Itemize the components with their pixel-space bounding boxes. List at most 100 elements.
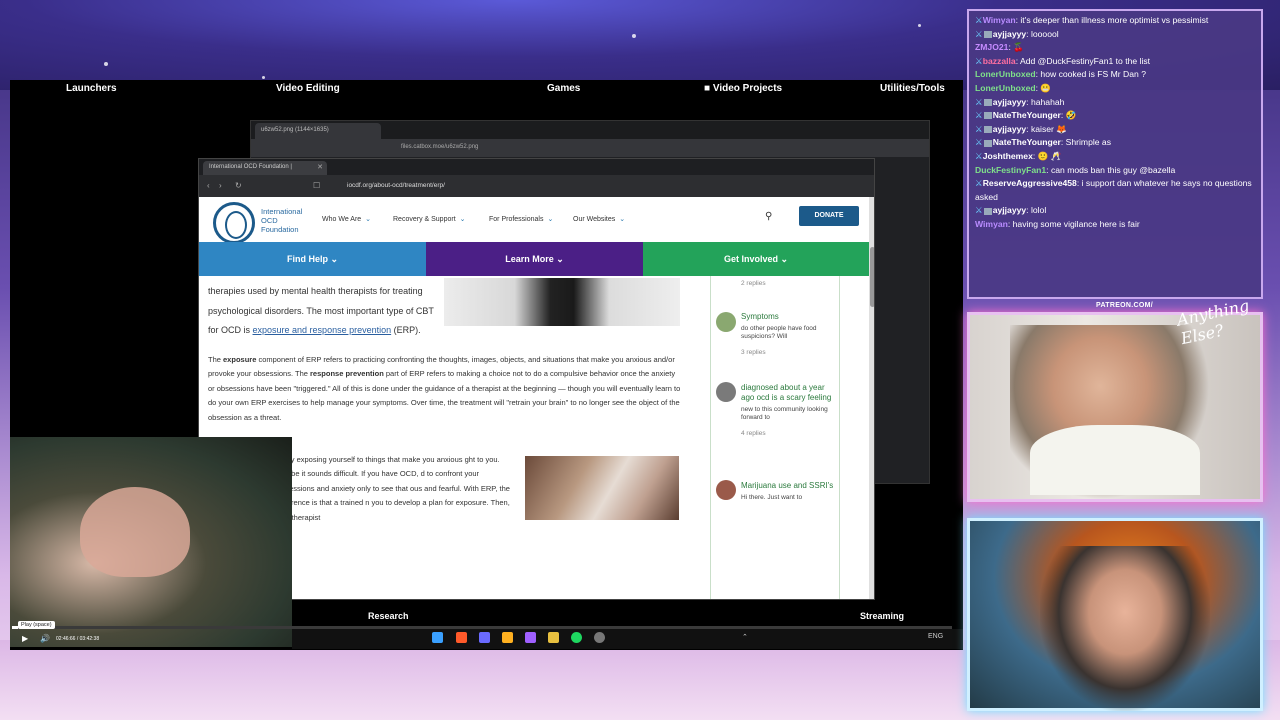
chat-message: ⚔ NateTheYounger: 🤣 [975,109,1255,123]
chat-username[interactable]: Wimyan [975,219,1008,229]
forward-arrow-icon[interactable]: › [219,181,222,190]
nav-find-help[interactable]: Find Help ⌄ [199,242,426,276]
language-indicator[interactable]: ENG [928,633,943,640]
chevron-down-icon: ⌄ [547,216,554,223]
vip-badge-icon[interactable]: ⚔ [975,124,983,134]
app-icon[interactable] [525,632,536,643]
sidebar-post[interactable]: Marijuana use and SSRI's Hi there. Just … [741,481,836,502]
chat-username[interactable]: Joshthemex [983,151,1033,161]
app-icon[interactable] [502,632,513,643]
tray-chevron-icon[interactable]: ⌃ [742,633,748,641]
launcher-streaming[interactable]: Streaming [860,611,904,621]
chat-text: 🙂 🥂 [1037,150,1062,161]
vip-badge-icon[interactable]: ⚔ [975,137,983,147]
star [632,34,636,38]
timecode: 02:46:66 / 03:42:38 [56,636,100,642]
bookmark-icon[interactable]: ☐ [313,181,320,190]
avatar [716,382,736,402]
chat-text: 😬 [1040,82,1052,93]
chat-username[interactable]: bazzalla [983,56,1016,66]
menu-label: Recovery & Support [393,216,456,223]
chat-text: having some vigilance here is fair [1012,218,1140,229]
chat-username[interactable]: DuckFestinyFan1 [975,165,1046,175]
search-icon[interactable]: ⚲ [765,211,772,222]
subscriber-badge-icon[interactable] [983,112,992,120]
back-address-bar[interactable]: files.catbox.moe/u6zw52.png [251,139,929,157]
menu-for-professionals[interactable]: For Professionals ⌄ [489,215,553,223]
close-tab-icon[interactable]: ✕ [317,163,323,171]
video-progress-bar[interactable] [12,626,952,629]
spotify-icon[interactable] [571,632,582,643]
post-title[interactable]: diagnosed about a year ago ocd is a scar… [741,383,836,403]
back-tab[interactable]: u6zw52.png (1144×1635) [255,123,381,139]
folder-icon[interactable] [548,632,559,643]
vip-badge-icon[interactable]: ⚔ [975,15,983,25]
windows-start-icon[interactable] [432,632,443,643]
subscriber-badge-icon[interactable] [983,30,992,38]
back-url[interactable]: files.catbox.moe/u6zw52.png [401,144,478,150]
nav-learn-more[interactable]: Learn More ⌄ [426,242,643,276]
front-url[interactable]: iocdf.org/about-ocd/treatment/erp/ [347,182,445,189]
launcher-research[interactable]: Research [368,611,409,621]
logo-text[interactable]: International OCD Foundation [261,207,311,234]
chat-username[interactable]: ayjjayyy [993,124,1026,134]
subscriber-badge-icon[interactable] [983,98,992,106]
reload-icon[interactable]: ↻ [235,181,242,190]
sidebar-post[interactable]: Symptoms do other people have food suspi… [741,312,836,356]
sidebar-post[interactable]: 2 replies [741,280,836,287]
chat-username[interactable]: ayjjayyy [993,97,1026,107]
launcher-video-editing[interactable]: Video Editing [276,83,340,94]
chat-username[interactable]: NateTheYounger [993,110,1061,120]
scroll-thumb[interactable] [870,247,874,307]
vip-badge-icon[interactable]: ⚔ [975,29,983,39]
chat-text: loooool [1030,28,1059,39]
avatar [716,480,736,500]
play-tooltip: Play (space) [18,621,55,629]
obs-icon[interactable] [594,632,605,643]
chat-username[interactable]: Wimyan [983,15,1016,25]
donate-button[interactable]: DONATE [799,206,859,226]
launcher-games[interactable]: Games [547,83,580,94]
menu-recovery-support[interactable]: Recovery & Support ⌄ [393,215,466,223]
subscriber-badge-icon[interactable] [983,207,992,215]
menu-label: Our Websites [573,216,616,223]
brave-icon[interactable] [456,632,467,643]
launcher-video-projects[interactable]: ■ Video Projects [704,83,782,94]
menu-our-websites[interactable]: Our Websites ⌄ [573,215,625,223]
chat-username[interactable]: ReserveAggressive458 [983,178,1077,188]
post-title[interactable]: Marijuana use and SSRI's [741,481,836,491]
post-title[interactable]: Symptoms [741,312,836,322]
menu-who-we-are[interactable]: Who We Are ⌄ [322,215,371,223]
sidebar-post[interactable]: diagnosed about a year ago ocd is a scar… [741,383,836,437]
front-tab[interactable]: International OCD Foundation | ✕ [203,161,327,175]
chat-username[interactable]: LonerUnboxed [975,83,1036,93]
vip-badge-icon[interactable]: ⚔ [975,97,983,107]
vip-badge-icon[interactable]: ⚔ [975,151,983,161]
chevron-down-icon: ⌄ [619,216,626,223]
vip-badge-icon[interactable]: ⚔ [975,56,983,66]
community-sidebar: 2 replies Symptoms do other people have … [710,276,840,599]
nav-get-involved[interactable]: Get Involved ⌄ [643,242,869,276]
subscriber-badge-icon[interactable] [983,139,992,147]
play-icon[interactable]: ▶ [22,634,28,643]
menu-label: For Professionals [489,216,544,223]
webcam-person [80,487,190,577]
chat-username[interactable]: ayjjayyy [993,29,1026,39]
back-arrow-icon[interactable]: ‹ [207,181,210,190]
vip-badge-icon[interactable]: ⚔ [975,205,983,215]
iocdf-logo-icon[interactable] [213,202,255,244]
chat-username[interactable]: ayjjayyy [993,205,1026,215]
chat-username[interactable]: LonerUnboxed [975,69,1036,79]
chat-username[interactable]: NateTheYounger [993,137,1061,147]
erp-link[interactable]: exposure and response prevention [253,325,392,335]
discord-icon[interactable] [479,632,490,643]
page-scrollbar[interactable] [869,197,874,599]
launcher-launchers[interactable]: Launchers [66,83,117,94]
launcher-utilities[interactable]: Utilities/Tools [880,83,945,94]
volume-icon[interactable]: 🔊 [40,634,50,643]
subscriber-badge-icon[interactable] [983,125,992,133]
vip-badge-icon[interactable]: ⚔ [975,178,983,188]
chat-username[interactable]: ZMJO21 [975,42,1008,52]
chat-text: it's deeper than illness more optimist v… [1020,15,1209,25]
vip-badge-icon[interactable]: ⚔ [975,110,983,120]
